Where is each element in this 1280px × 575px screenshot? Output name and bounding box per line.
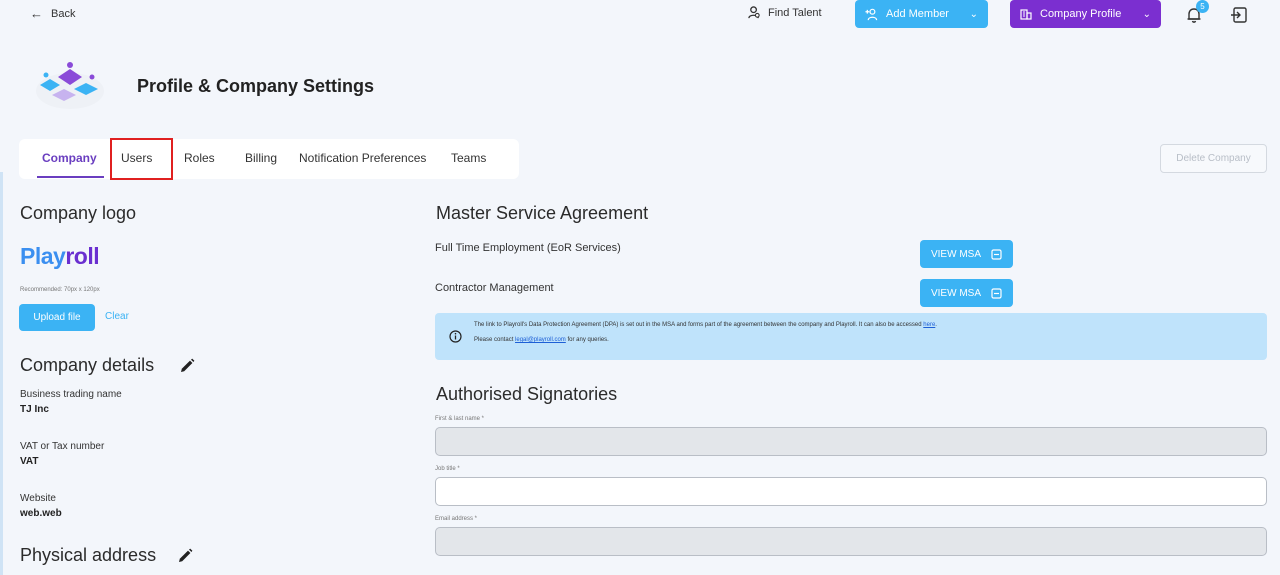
back-label: Back	[51, 7, 76, 20]
company-logo: Playroll	[20, 243, 100, 269]
edit-company-details-icon[interactable]	[179, 358, 195, 374]
tab-teams[interactable]: Teams	[451, 151, 486, 165]
header-illustration	[36, 62, 104, 109]
dpa-info-box: The link to Playroll's Data Protection A…	[435, 313, 1267, 360]
full-name-field	[435, 427, 1267, 456]
settings-tabs: Company Users Roles Billing Notification…	[19, 139, 519, 179]
contact-info-line: Please contact legal@playroll.com for an…	[474, 337, 609, 343]
tab-notification-preferences[interactable]: Notification Preferences	[299, 151, 426, 165]
website-label: Website	[20, 493, 56, 504]
vat-label: VAT or Tax number	[20, 441, 105, 452]
view-msa-button[interactable]: VIEW MSA	[920, 279, 1013, 307]
company-logo-heading: Company logo	[20, 203, 137, 223]
delete-company-button[interactable]: Delete Company	[1160, 144, 1267, 173]
company-profile-button[interactable]: Company Profile ⌄	[1010, 0, 1161, 28]
active-tab-indicator	[37, 176, 104, 178]
back-link[interactable]: ← Back	[30, 6, 75, 21]
logout-icon[interactable]	[1230, 6, 1248, 24]
email-label: Email address *	[435, 516, 478, 522]
view-msa-label: VIEW MSA	[930, 287, 981, 299]
add-member-label: Add Member	[886, 8, 949, 20]
view-msa-button[interactable]: VIEW MSA	[920, 240, 1013, 268]
top-bar: ← Back Find Talent Add Member ⌄ Company …	[0, 0, 1280, 30]
document-icon	[991, 248, 1002, 260]
legal-email-link[interactable]: legal@playroll.com	[515, 337, 566, 343]
msa-heading: Master Service Agreement	[436, 203, 649, 223]
logo-size-hint: Recommended: 70px x 120px	[20, 287, 100, 293]
business-name-label: Business trading name	[20, 389, 122, 400]
dpa-here-link[interactable]: here	[923, 322, 935, 328]
dpa-info-line: The link to Playroll's Data Protection A…	[474, 322, 937, 328]
company-profile-label: Company Profile	[1040, 8, 1122, 20]
upload-file-button[interactable]: Upload file	[19, 304, 95, 331]
clear-button[interactable]: Clear	[105, 311, 129, 322]
left-edge-accent	[0, 172, 3, 575]
building-icon	[1020, 9, 1032, 20]
tab-company[interactable]: Company	[42, 151, 97, 165]
view-msa-label: VIEW MSA	[930, 248, 981, 260]
physical-address-heading: Physical address	[20, 545, 157, 565]
business-name-value: TJ Inc	[20, 404, 49, 415]
vat-value: VAT	[20, 456, 39, 467]
document-icon	[991, 287, 1002, 299]
website-value: web.web	[20, 508, 62, 519]
msa-row-label: Full Time Employment (EoR Services)	[435, 242, 621, 254]
tab-billing[interactable]: Billing	[245, 151, 277, 165]
tab-roles[interactable]: Roles	[184, 151, 215, 165]
email-field	[435, 527, 1267, 556]
find-talent-label: Find Talent	[768, 6, 822, 19]
chevron-down-icon: ⌄	[969, 8, 978, 20]
job-title-label: Job title *	[435, 466, 460, 472]
find-talent-link[interactable]: Find Talent	[748, 6, 822, 19]
highlight-box	[110, 138, 173, 180]
edit-physical-address-icon[interactable]	[177, 548, 193, 564]
job-title-field[interactable]	[435, 477, 1267, 506]
full-name-label: First & last name *	[435, 416, 485, 422]
arrow-left-icon: ←	[30, 6, 43, 21]
info-icon	[449, 330, 462, 343]
authorised-signatories-heading: Authorised Signatories	[436, 384, 618, 404]
notification-badge: 5	[1196, 0, 1209, 13]
msa-row-label: Contractor Management	[435, 282, 554, 294]
chevron-down-icon: ⌄	[1142, 8, 1151, 20]
company-details-heading: Company details	[20, 355, 155, 375]
page-title: Profile & Company Settings	[137, 76, 375, 96]
add-user-icon	[865, 8, 878, 20]
add-member-button[interactable]: Add Member ⌄	[855, 0, 988, 28]
user-search-icon	[748, 6, 760, 19]
